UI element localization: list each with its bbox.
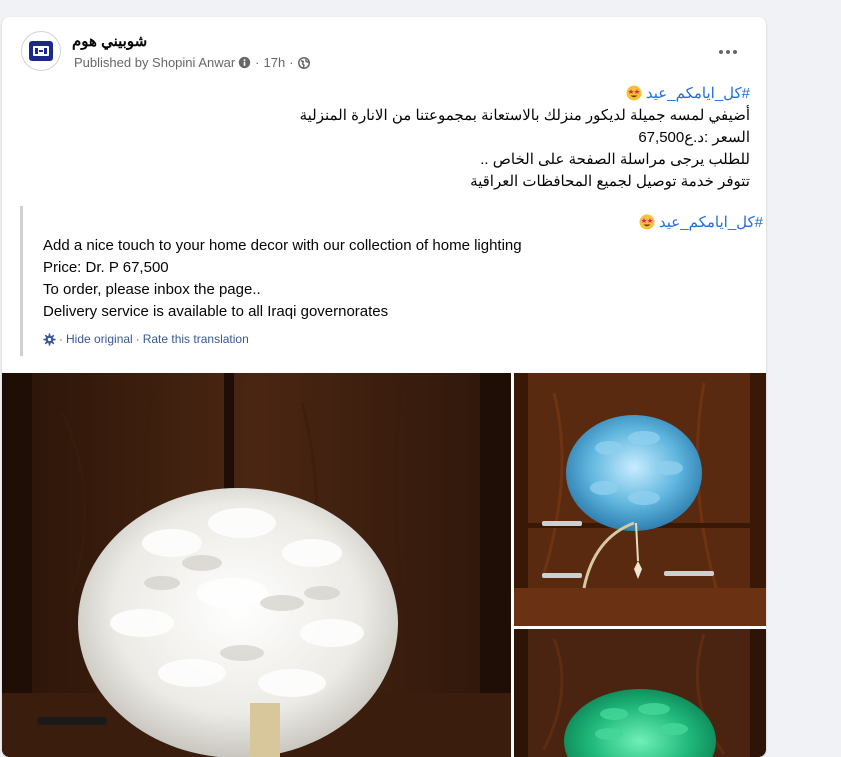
page-avatar[interactable]: [21, 31, 61, 71]
link-separator: ·: [135, 332, 140, 346]
post-meta: Published by Shopini Anwar · 17h ·: [74, 55, 310, 70]
gear-icon[interactable]: [43, 332, 56, 346]
post-body: #كل_ايامكم_عيد أضيفي لمسه جميلة لديكور م…: [30, 83, 750, 193]
rate-translation-link[interactable]: Rate this translation: [143, 332, 249, 346]
info-icon[interactable]: [238, 56, 251, 69]
meta-separator: ·: [255, 55, 260, 70]
post-body-line: السعر :د.ع67,500: [638, 129, 750, 146]
post-body-line: للطلب يرجى مراسلة الصفحة على الخاص ..: [480, 151, 750, 168]
white-feather-lamp-photo[interactable]: [2, 373, 511, 757]
post-body-line: تتوفر خدمة توصيل لجميع المحافظات العراقي…: [470, 173, 750, 190]
post-hashtag[interactable]: #كل_ايامكم_عيد: [646, 85, 750, 102]
meta-separator: ·: [289, 55, 294, 70]
post-time[interactable]: 17h: [264, 55, 286, 70]
translation-text: Add a nice touch to your home decor with…: [43, 235, 522, 323]
translation-hashtag[interactable]: #كل_ايامكم_عيد: [659, 214, 763, 231]
blue-feather-lamp-photo[interactable]: [514, 373, 766, 626]
translation-hashtag-line: #كل_ايامكم_عيد: [639, 213, 763, 231]
hide-original-link[interactable]: Hide original: [66, 332, 133, 346]
more-options-icon: [719, 50, 737, 54]
more-options-button[interactable]: [713, 37, 743, 67]
post-hashtag-line: #كل_ايامكم_عيد: [30, 83, 750, 105]
translation-line: Price: Dr. P 67,500: [43, 259, 169, 276]
globe-icon[interactable]: [297, 56, 310, 69]
page-name[interactable]: شوبيني هوم: [72, 32, 147, 50]
translation-line: Add a nice touch to your home decor with…: [43, 237, 522, 254]
star-struck-emoji-icon: [639, 214, 655, 230]
translation-line: Delivery service is available to all Ira…: [43, 303, 389, 320]
published-by[interactable]: Published by Shopini Anwar: [74, 55, 235, 70]
link-separator: ·: [59, 332, 63, 346]
star-struck-emoji-icon: [626, 85, 642, 101]
translation-line: To order, please inbox the page..: [43, 281, 261, 298]
green-feather-lamp-photo[interactable]: [514, 629, 766, 757]
post-body-line: أضيفي لمسه جميلة لديكور منزلك بالاستعانة…: [299, 107, 750, 124]
translation-block: #كل_ايامكم_عيد Add a nice touch to your …: [20, 206, 763, 356]
feed-post: شوبيني هوم Published by Shopini Anwar · …: [2, 17, 766, 757]
shop-logo-icon: [29, 41, 53, 61]
translation-links: · Hide original · Rate this translation: [43, 332, 249, 346]
